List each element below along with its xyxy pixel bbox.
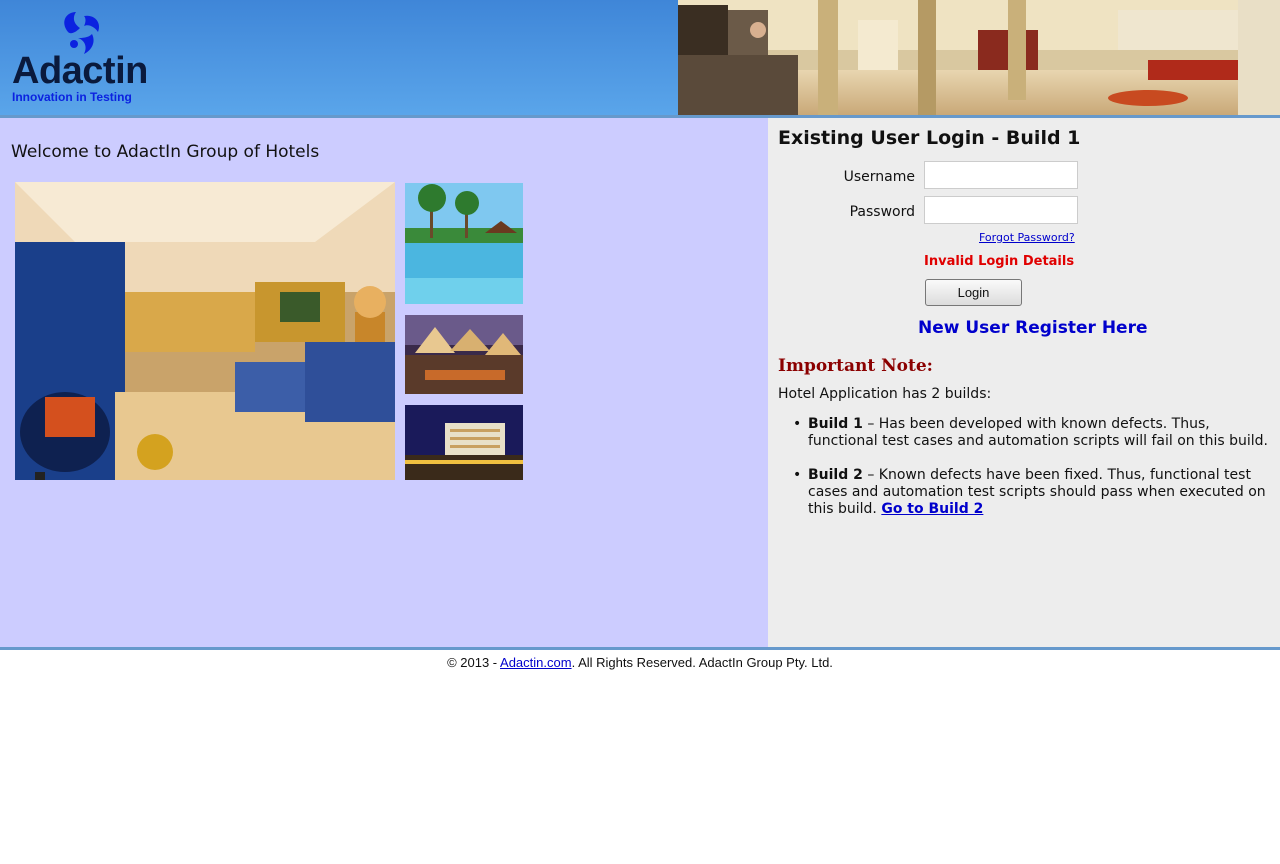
important-note-heading: Important Note: bbox=[778, 356, 933, 376]
go-to-build2-link[interactable]: Go to Build 2 bbox=[881, 501, 983, 517]
username-input[interactable] bbox=[924, 161, 1078, 189]
build-notes-list: • Build 1 – Has been developed with known… bbox=[793, 416, 1278, 535]
password-label: Password bbox=[849, 204, 915, 220]
logo-wordmark: Adactin bbox=[12, 50, 148, 92]
forgot-password-link[interactable]: Forgot Password? bbox=[979, 231, 1075, 244]
adactin-site-link[interactable]: Adactin.com bbox=[500, 655, 572, 670]
password-input[interactable] bbox=[924, 196, 1078, 224]
login-panel: Existing User Login - Build 1 Username P… bbox=[768, 118, 1280, 647]
build1-label: Build 1 bbox=[808, 416, 863, 432]
copyright-prefix: © 2013 - bbox=[447, 655, 501, 670]
pool-resort-photo bbox=[405, 183, 523, 304]
welcome-heading: Welcome to AdactIn Group of Hotels bbox=[11, 142, 320, 162]
hotel-lobby-banner-image bbox=[678, 0, 1280, 115]
site-header: Adactin Innovation in Testing bbox=[0, 0, 1280, 118]
copyright-suffix: . All Rights Reserved. AdactIn Group Pty… bbox=[571, 655, 833, 670]
username-label: Username bbox=[843, 169, 915, 185]
build2-description: – Known defects have been fixed. Thus, f… bbox=[808, 467, 1266, 517]
login-error-message: Invalid Login Details bbox=[924, 254, 1075, 269]
hotel-night-photo bbox=[405, 405, 523, 480]
adactin-logo: Adactin Innovation in Testing bbox=[10, 8, 170, 108]
list-item: • Build 2 – Known defects have been fixed… bbox=[793, 467, 1278, 518]
welcome-panel: Welcome to AdactIn Group of Hotels bbox=[0, 118, 768, 647]
build2-label: Build 2 bbox=[808, 467, 863, 483]
login-title: Existing User Login - Build 1 bbox=[778, 127, 1081, 149]
important-note-intro: Hotel Application has 2 builds: bbox=[778, 386, 992, 402]
login-button[interactable]: Login bbox=[925, 279, 1022, 306]
register-link[interactable]: New User Register Here bbox=[918, 318, 1148, 338]
bullet-icon: • bbox=[793, 467, 802, 483]
footer-divider bbox=[0, 647, 1280, 650]
logo-tagline: Innovation in Testing bbox=[12, 90, 132, 104]
footer: © 2013 - Adactin.com. All Rights Reserve… bbox=[0, 655, 1280, 670]
bullet-icon: • bbox=[793, 416, 802, 432]
tent-resort-photo bbox=[405, 315, 523, 394]
list-item: • Build 1 – Has been developed with known… bbox=[793, 416, 1278, 450]
hotel-suite-photo bbox=[15, 182, 395, 480]
build1-description: – Has been developed with known defects.… bbox=[808, 416, 1268, 449]
